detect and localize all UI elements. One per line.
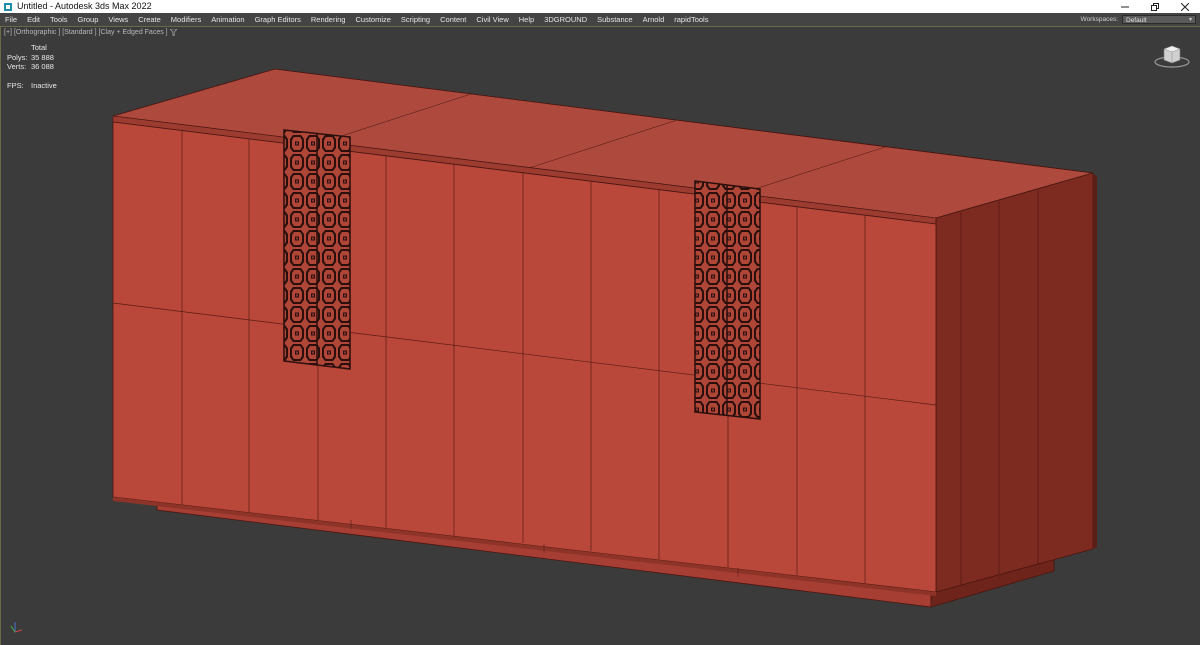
- viewcube-icon[interactable]: [1154, 43, 1190, 74]
- menu-item-rapidtools[interactable]: rapidTools: [669, 13, 713, 26]
- polys-label: Polys:: [7, 52, 28, 62]
- app-logo-icon: [3, 2, 13, 12]
- viewport-shading-mode[interactable]: [Clay + Edged Faces ]: [99, 29, 168, 38]
- minimize-icon: [1121, 6, 1129, 7]
- menu-item-scripting[interactable]: Scripting: [396, 13, 435, 26]
- workspace-value: Default: [1126, 17, 1147, 24]
- lattice-handle-left: [283, 129, 351, 370]
- scene-render: [112, 68, 1097, 608]
- menu-item-civil-view[interactable]: Civil View: [471, 13, 513, 26]
- close-button[interactable]: [1170, 0, 1200, 13]
- menu-item-create[interactable]: Create: [133, 13, 166, 26]
- menu-item-graph-editors[interactable]: Graph Editors: [250, 13, 306, 26]
- menu-item-help[interactable]: Help: [514, 13, 539, 26]
- viewport-perspective[interactable]: [+] [Orthographic ] [Standard ] [Clay + …: [0, 26, 1200, 645]
- menu-item-animation[interactable]: Animation: [206, 13, 249, 26]
- viewport-statistics: Total Polys: 35 888 Verts: 36 088 FPS: Inac…: [7, 43, 57, 91]
- workspace-label: Workspaces:: [1080, 16, 1118, 23]
- menu-item-group[interactable]: Group: [73, 13, 104, 26]
- menu-item-customize[interactable]: Customize: [350, 13, 395, 26]
- verts-value: 36 088: [31, 62, 54, 71]
- title-bar: Untitled - Autodesk 3ds Max 2022: [0, 0, 1200, 13]
- close-icon: [1181, 2, 1189, 11]
- menu-item-modifiers[interactable]: Modifiers: [166, 13, 206, 26]
- menu-item-rendering[interactable]: Rendering: [306, 13, 351, 26]
- cabinet-side: [935, 172, 1094, 593]
- filter-icon[interactable]: [168, 28, 178, 38]
- restore-icon: [1151, 2, 1159, 11]
- lattice-handle-right: [694, 180, 761, 420]
- polys-value: 35 888: [31, 52, 54, 62]
- viewport-label[interactable]: [+] [Orthographic ] [Standard ] [Clay + …: [4, 28, 179, 38]
- viewport-menu-plus[interactable]: [+]: [4, 29, 12, 38]
- menu-item-substance[interactable]: Substance: [592, 13, 637, 26]
- window-controls: [1110, 0, 1200, 13]
- workspace-dropdown[interactable]: Default ▾: [1122, 15, 1196, 24]
- fps-value: Inactive: [31, 81, 57, 90]
- menu-item-views[interactable]: Views: [103, 13, 133, 26]
- menu-item-edit[interactable]: Edit: [22, 13, 45, 26]
- menu-item-file[interactable]: File: [0, 13, 22, 26]
- viewport-view-type[interactable]: [Orthographic ]: [14, 29, 60, 38]
- axis-tripod-icon: [9, 620, 23, 639]
- window-title: Untitled - Autodesk 3ds Max 2022: [17, 1, 152, 11]
- viewport-shading-standard[interactable]: [Standard ]: [62, 29, 96, 38]
- menu-item-3dground[interactable]: 3DGROUND: [539, 13, 592, 26]
- fps-label: FPS:: [7, 81, 24, 90]
- menu-bar: File Edit Tools Group Views Create Modif…: [0, 13, 1200, 26]
- restore-button[interactable]: [1140, 0, 1170, 13]
- verts-label: Verts:: [7, 62, 27, 71]
- stats-header: Total: [31, 43, 47, 52]
- minimize-button[interactable]: [1110, 0, 1140, 13]
- menu-item-arnold[interactable]: Arnold: [638, 13, 670, 26]
- workspace-selector: Workspaces: Default ▾: [1081, 13, 1196, 26]
- menu-item-tools[interactable]: Tools: [45, 13, 73, 26]
- chevron-down-icon: ▾: [1188, 17, 1192, 23]
- menu-item-content[interactable]: Content: [435, 13, 471, 26]
